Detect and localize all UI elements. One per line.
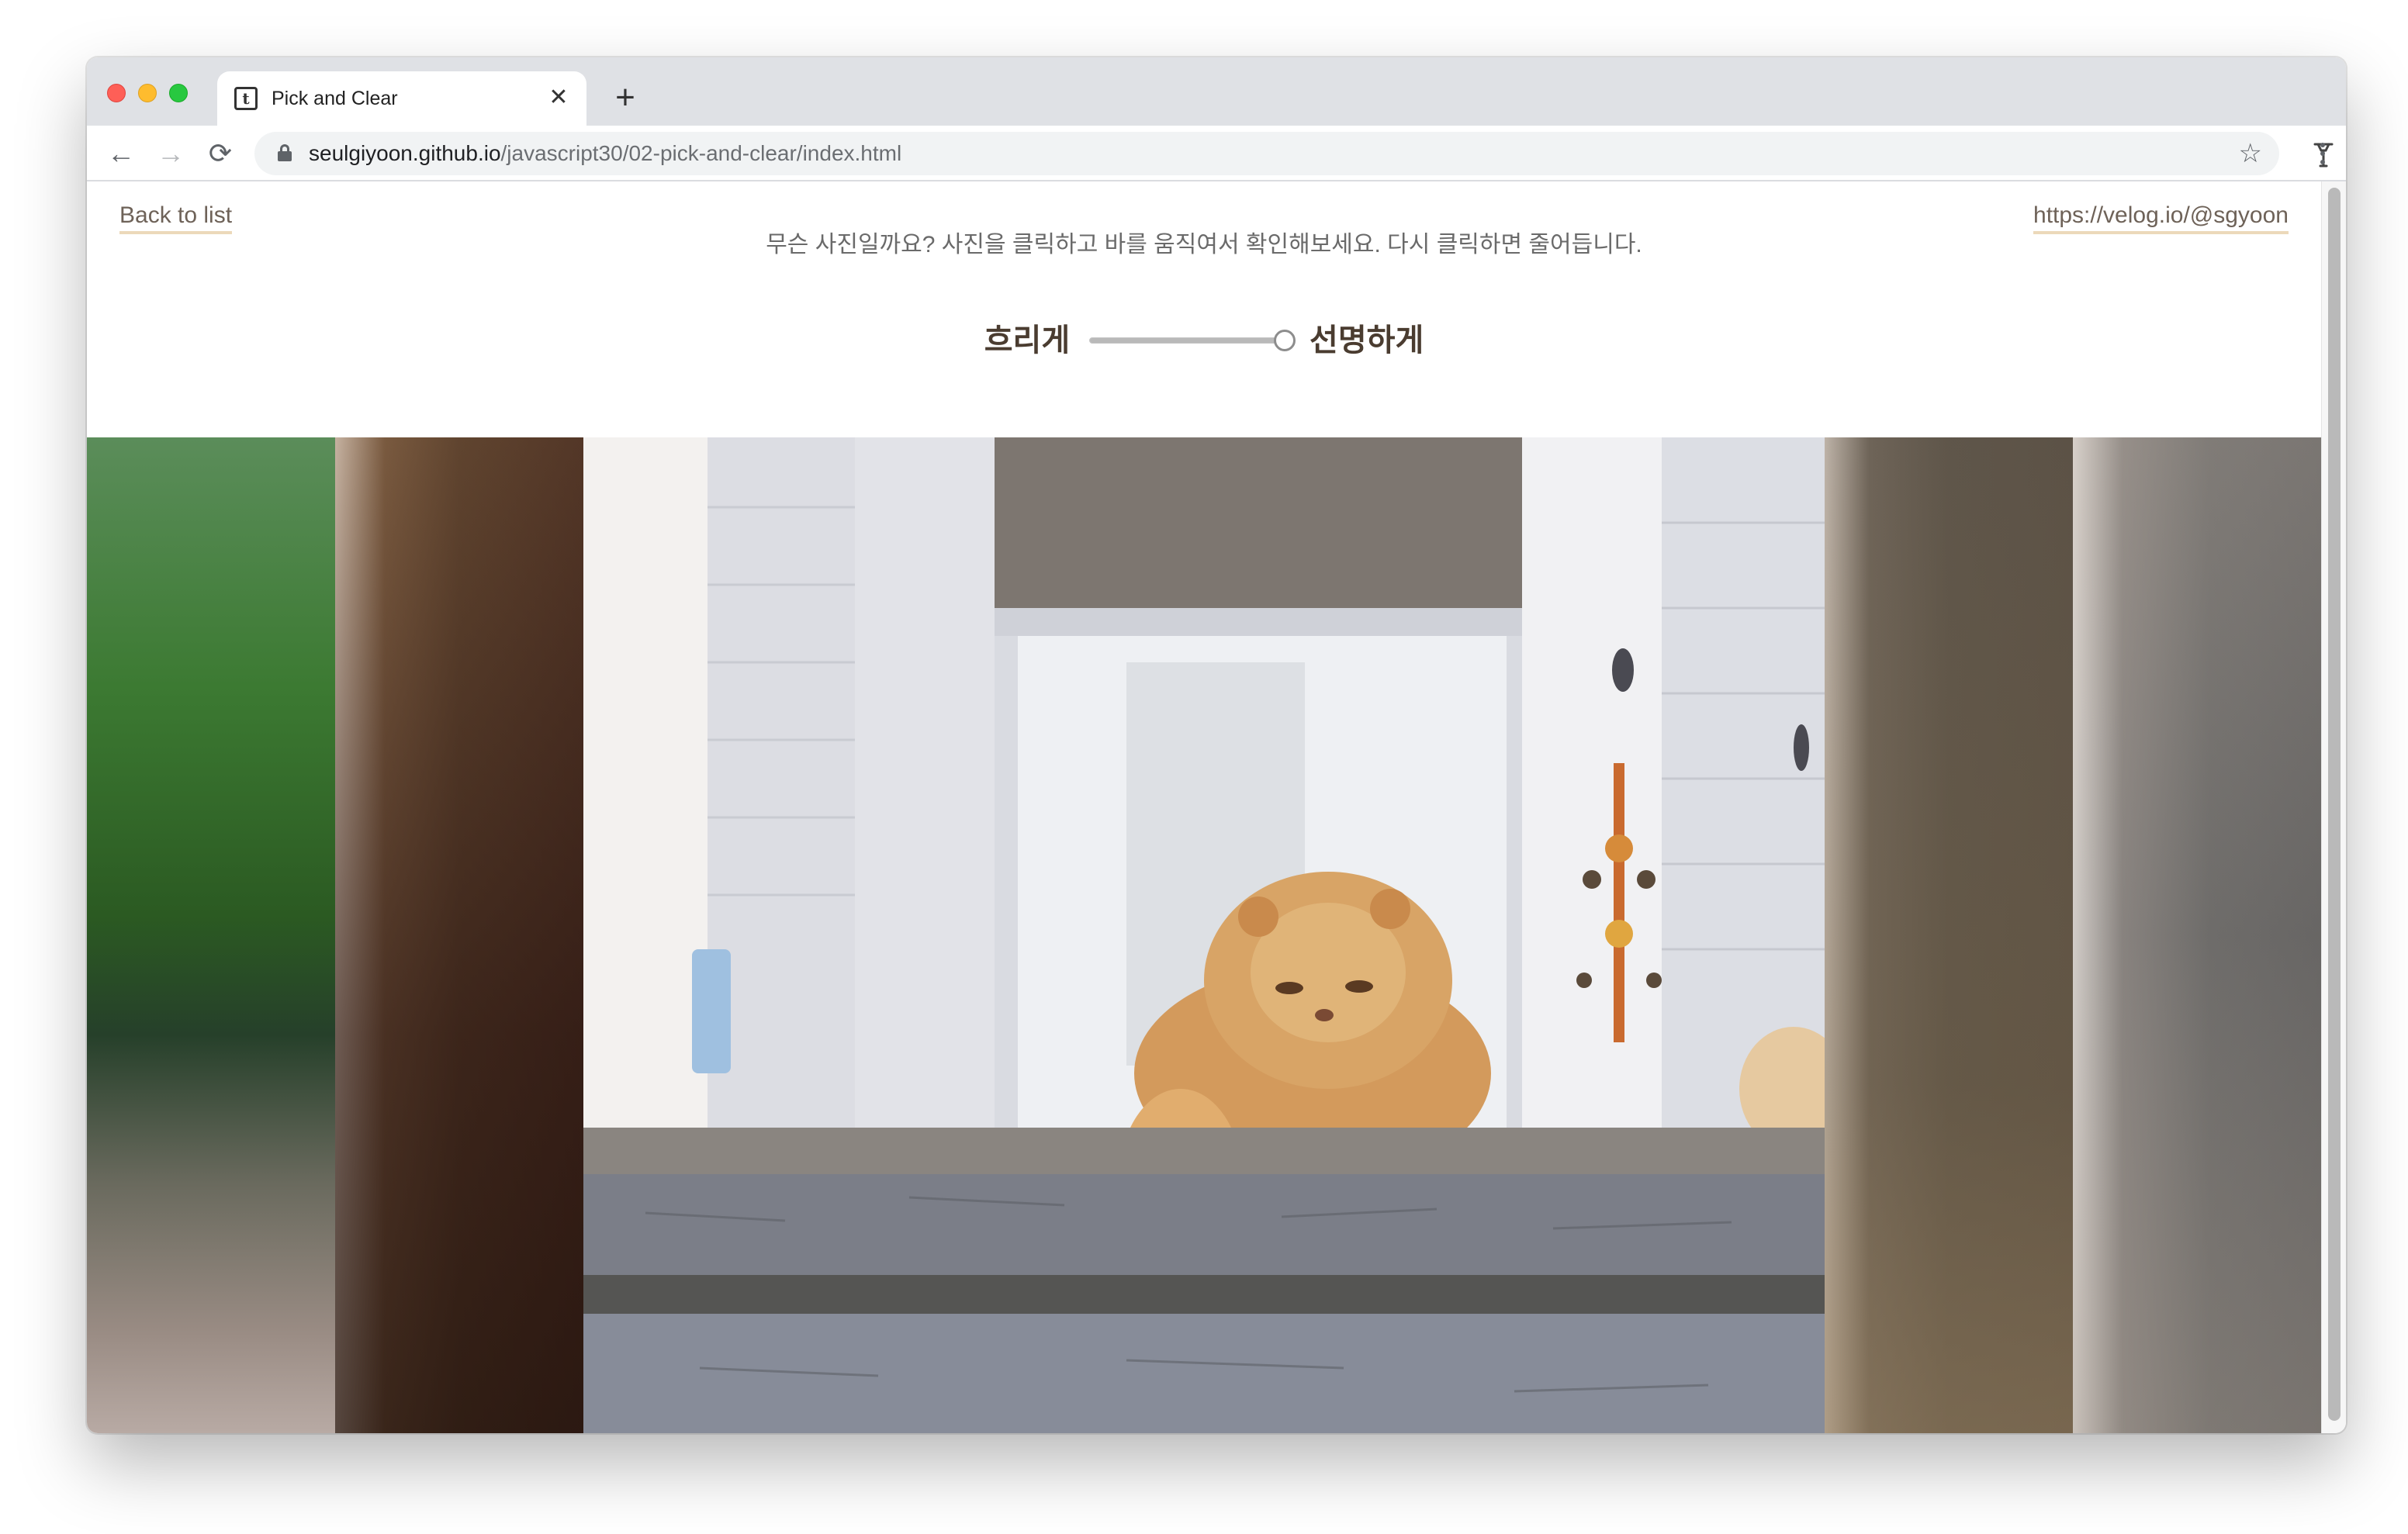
close-window-button[interactable] [107,84,126,102]
instruction-text: 무슨 사진일까요? 사진을 클릭하고 바를 움직여서 확인해보세요. 다시 클릭… [766,232,1642,257]
blurred-photo [2073,437,2321,1433]
photo-panel-grey[interactable] [2073,437,2321,1433]
clarity-control: 흐리게 선명하게 [87,313,2321,368]
vertical-scrollbar[interactable] [2321,181,2346,1433]
tab-title: Pick and Clear [272,88,398,109]
slider-thumb[interactable] [1273,330,1296,351]
browser-window: t Pick and Clear ✕ + ← → ⟳ seulgiyoon.gi… [87,57,2346,1433]
browser-toolbar: ← → ⟳ seulgiyoon.github.io/javascript30/… [87,126,2346,181]
photo-panel-taupe[interactable] [1825,437,2073,1433]
reload-icon[interactable]: ⟳ [200,133,240,174]
tab-close-icon[interactable]: ✕ [545,84,573,112]
slider-label-sharp: 선명하게 [1310,323,1424,358]
minimize-window-button[interactable] [138,84,157,102]
back-arrow-icon[interactable]: ← [101,133,141,174]
blurred-photo [335,437,583,1433]
photo-gallery [87,437,2321,1433]
forward-arrow-icon[interactable]: → [150,133,191,174]
tab-strip: t Pick and Clear ✕ + [87,57,2346,126]
url-host: seulgiyoon.github.io [309,141,501,165]
photo-panel-cat[interactable] [583,437,1825,1433]
clarity-slider[interactable] [1088,313,1296,368]
tab-pick-and-clear[interactable]: t Pick and Clear ✕ [217,71,586,126]
page-viewport: Back to list https://velog.io/@sgyoon 무슨… [87,181,2321,1433]
address-bar[interactable]: seulgiyoon.github.io/javascript30/02-pic… [254,132,2279,175]
blurred-photo [1825,437,2073,1433]
blurred-photo [87,437,335,1433]
slider-track [1088,337,1291,344]
new-tab-button[interactable]: + [602,74,649,121]
photo-panel-green[interactable] [87,437,335,1433]
photo-panel-brown[interactable] [335,437,583,1433]
bookmark-star-icon[interactable]: ☆ [2239,136,2262,171]
slider-label-blurry: 흐리게 [984,323,1071,358]
url-text[interactable]: seulgiyoon.github.io/javascript30/02-pic… [309,142,901,165]
scrollbar-thumb[interactable] [2328,188,2341,1421]
url-path: /javascript30/02-pick-and-clear/index.ht… [500,141,902,165]
lock-icon[interactable] [278,144,292,161]
site-favicon-icon: t [234,87,258,110]
slider-fill [1089,338,1284,343]
browser-menu-icon[interactable] [2307,133,2338,174]
zoom-window-button[interactable] [169,84,188,102]
cat-photo [583,437,1825,1433]
